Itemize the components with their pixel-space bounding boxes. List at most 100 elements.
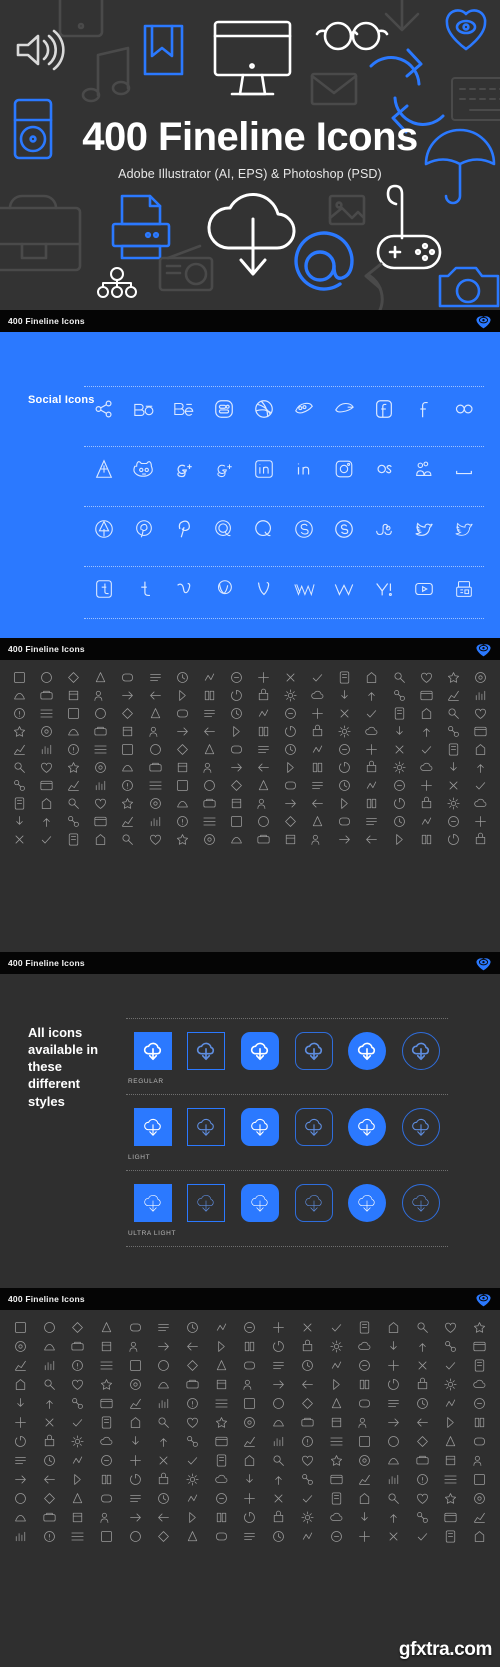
home-icon[interactable]: [11, 813, 28, 830]
myspace-icon[interactable]: [413, 458, 435, 480]
browser-icon[interactable]: [418, 795, 435, 812]
barcode-icon[interactable]: [184, 1433, 201, 1450]
download-icon[interactable]: [213, 1414, 230, 1431]
play-icon[interactable]: [65, 687, 82, 704]
gallery-icon[interactable]: [255, 759, 272, 776]
pinterest-circle-icon[interactable]: [133, 518, 155, 540]
pound-icon[interactable]: [363, 741, 380, 758]
camera-icon[interactable]: [98, 1452, 115, 1469]
browser-icon[interactable]: [41, 1414, 58, 1431]
calendar-icon[interactable]: [38, 759, 55, 776]
add-box-icon[interactable]: [472, 723, 489, 740]
google-plus-icon[interactable]: [173, 458, 195, 480]
star-icon[interactable]: [328, 1376, 345, 1393]
yahoo-icon[interactable]: [373, 578, 395, 600]
cast-icon[interactable]: [471, 1452, 488, 1469]
chip-square-outline[interactable]: [187, 1184, 226, 1222]
chip-circle-filled[interactable]: [348, 1032, 387, 1070]
skype-icon[interactable]: [155, 1490, 172, 1507]
quora-icon[interactable]: [253, 518, 275, 540]
trash-icon[interactable]: [418, 813, 435, 830]
plane-icon[interactable]: [471, 1357, 488, 1374]
sort-icon[interactable]: [155, 1528, 172, 1545]
facebook-f-icon[interactable]: [413, 398, 435, 420]
chip-circle-filled[interactable]: [348, 1184, 387, 1222]
chip-square-filled[interactable]: [133, 1184, 172, 1222]
receipt-icon[interactable]: [282, 741, 299, 758]
share-icon[interactable]: [12, 1471, 29, 1488]
chip-square-filled[interactable]: [133, 1108, 172, 1146]
trident-icon[interactable]: [69, 1338, 86, 1355]
fork-knife-icon[interactable]: [328, 1319, 345, 1336]
power-icon[interactable]: [12, 1357, 29, 1374]
folder-doc-icon[interactable]: [174, 723, 191, 740]
hash-icon[interactable]: [282, 705, 299, 722]
layers-icon[interactable]: [98, 1338, 115, 1355]
film-reel-icon[interactable]: [174, 687, 191, 704]
play-circle-icon[interactable]: [414, 1395, 431, 1412]
chat-dots-icon[interactable]: [92, 831, 109, 848]
expand-icon[interactable]: [336, 669, 353, 686]
server-icon[interactable]: [328, 1414, 345, 1431]
fax-icon[interactable]: [472, 777, 489, 794]
stop-circle-icon[interactable]: [471, 1395, 488, 1412]
gamepad-icon[interactable]: [270, 1452, 287, 1469]
wallet-icon[interactable]: [228, 741, 245, 758]
chat-icon[interactable]: [241, 1509, 258, 1526]
twitter-icon[interactable]: [413, 518, 435, 540]
printer-icon[interactable]: [282, 777, 299, 794]
file-copy-icon[interactable]: [391, 759, 408, 776]
cake-icon[interactable]: [471, 1376, 488, 1393]
link-icon[interactable]: [184, 1509, 201, 1526]
pinterest-outline-icon[interactable]: [69, 1490, 86, 1507]
pinterest-icon[interactable]: [173, 518, 195, 540]
rss-icon[interactable]: [127, 1509, 144, 1526]
card-icon[interactable]: [255, 741, 272, 758]
shield-icon[interactable]: [442, 1338, 459, 1355]
equalizer-icon[interactable]: [41, 1319, 58, 1336]
cpu-icon[interactable]: [442, 1414, 459, 1431]
calculator-icon[interactable]: [213, 1433, 230, 1450]
chip-rounded-filled[interactable]: [241, 1108, 280, 1146]
skype-outline-icon[interactable]: [184, 1490, 201, 1507]
envelope-icon[interactable]: [65, 777, 82, 794]
rewind-icon[interactable]: [38, 669, 55, 686]
skype-circle-icon[interactable]: [293, 518, 315, 540]
minus-icon[interactable]: [255, 723, 272, 740]
radio-icon[interactable]: [213, 1395, 230, 1412]
tablet-icon[interactable]: [127, 1414, 144, 1431]
chip-square-filled[interactable]: [133, 1032, 172, 1070]
behance-icon[interactable]: [41, 1471, 58, 1488]
bank-icon[interactable]: [336, 813, 353, 830]
chess-icon[interactable]: [385, 1452, 402, 1469]
users-icon[interactable]: [98, 1376, 115, 1393]
hashtag-icon[interactable]: [213, 1509, 230, 1526]
bookmark-icon[interactable]: [356, 1376, 373, 1393]
twitter-outline-icon[interactable]: [270, 1490, 287, 1507]
behance-filled-icon[interactable]: [133, 398, 155, 420]
sad-icon[interactable]: [201, 831, 218, 848]
bar-chart-icon[interactable]: [69, 1319, 86, 1336]
image-remove-icon[interactable]: [174, 813, 191, 830]
utensils-icon[interactable]: [299, 1319, 316, 1336]
antenna-icon[interactable]: [41, 1433, 58, 1450]
inbox-icon[interactable]: [11, 777, 28, 794]
moon-icon[interactable]: [241, 1357, 258, 1374]
signal-bars-icon[interactable]: [69, 1433, 86, 1450]
at-icon[interactable]: [92, 777, 109, 794]
video-camera-icon[interactable]: [147, 687, 164, 704]
neutral-icon[interactable]: [228, 831, 245, 848]
line-icon[interactable]: [453, 458, 475, 480]
plus-icon[interactable]: [228, 723, 245, 740]
tag-label-icon[interactable]: [309, 831, 326, 848]
wifi-signal-icon[interactable]: [41, 1338, 58, 1355]
unlock-icon[interactable]: [471, 1319, 488, 1336]
user-icon[interactable]: [12, 1376, 29, 1393]
google-plus-icon[interactable]: [299, 1471, 316, 1488]
search-icon[interactable]: [98, 1528, 115, 1545]
linkedin-square-icon[interactable]: [356, 1471, 373, 1488]
scanner-icon[interactable]: [445, 777, 462, 794]
home-roof-icon[interactable]: [65, 813, 82, 830]
settings-icon[interactable]: [213, 1528, 230, 1545]
rewind-fill-icon[interactable]: [38, 687, 55, 704]
